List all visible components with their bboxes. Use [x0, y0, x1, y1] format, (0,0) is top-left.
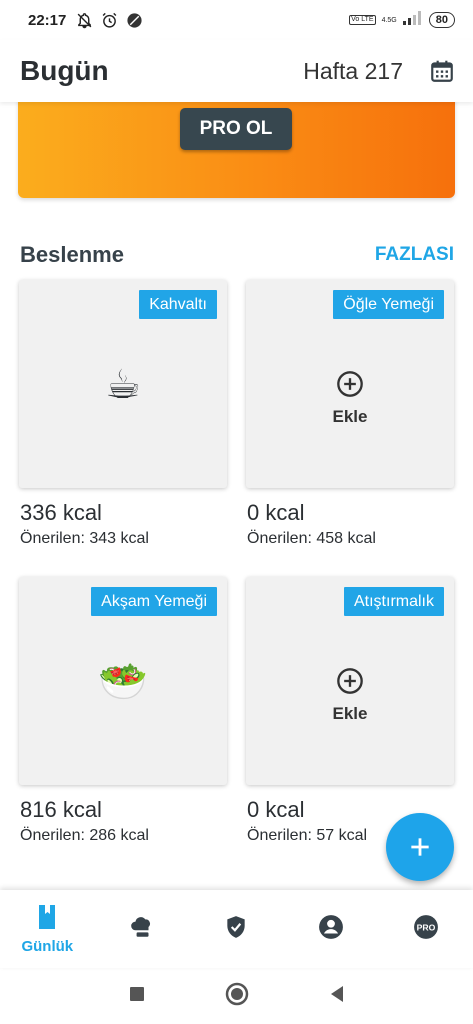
meal-card[interactable]: Kahvaltı ☕ [19, 280, 227, 488]
meal-tag: Öğle Yemeği [333, 290, 444, 319]
week-label[interactable]: Hafta 217 [303, 58, 403, 85]
plus-icon [411, 838, 429, 856]
meal-lunch: Öğle Yemeği Ekle 0 kcal Önerilen: 458 kc… [246, 280, 454, 548]
nav-item-recipes[interactable] [95, 890, 190, 968]
meal-recommended: Önerilen: 343 kcal [20, 530, 149, 547]
go-pro-button[interactable]: PRO OL [180, 108, 292, 150]
pro-badge-text: PRO [416, 922, 435, 932]
section-title: Beslenme [20, 242, 124, 267]
app-header: Bugün Hafta 217 [0, 40, 473, 102]
meal-card[interactable]: Akşam Yemeği 🥗 [19, 577, 227, 785]
meal-tag: Akşam Yemeği [91, 587, 217, 616]
add-fab-button[interactable] [386, 813, 454, 881]
system-nav-bar [0, 968, 473, 1024]
meal-kcal: 0 kcal [247, 500, 305, 525]
status-bar: 22:17 Vo LTE 4.5G 80 [0, 0, 473, 40]
page-title: Bugün [20, 55, 109, 86]
account-icon [318, 914, 344, 945]
meal-kcal: 816 kcal [20, 797, 102, 822]
alarm-icon [101, 12, 118, 29]
network-type: 4.5G [381, 16, 397, 24]
chef-hat-icon [129, 914, 155, 945]
journal-icon [36, 904, 58, 935]
meal-recommended: Önerilen: 458 kcal [247, 530, 376, 547]
back-button[interactable] [329, 985, 345, 1008]
nav-item-pro[interactable]: PRO [378, 890, 473, 968]
content-scroll[interactable]: PRO OL Beslenme FAZLASI Kahvaltı ☕ 336 k… [0, 102, 473, 890]
meal-card[interactable]: Öğle Yemeği Ekle [246, 280, 454, 488]
add-meal[interactable]: Ekle [246, 370, 454, 427]
screen: 22:17 Vo LTE 4.5G 80 Bugün Hafta 217 PRO… [0, 0, 473, 1024]
meal-tag: Atıştırmalık [343, 587, 444, 616]
nav-label: Günlük [21, 937, 74, 955]
clock: 22:17 [28, 11, 67, 29]
add-label: Ekle [332, 407, 368, 426]
pro-badge-icon: PRO [413, 914, 439, 945]
bottom-nav: Günlük PRO [0, 890, 473, 968]
meal-kcal: 336 kcal [20, 500, 102, 525]
signal-icon [402, 11, 423, 29]
add-circle-icon [336, 370, 364, 398]
meal-breakfast: Kahvaltı ☕ 336 kcal Önerilen: 343 kcal [19, 280, 227, 548]
meal-card[interactable]: Atıştırmalık Ekle [246, 577, 454, 785]
nav-item-profile[interactable] [284, 890, 379, 968]
volte-indicator: Vo LTE [349, 15, 376, 25]
notifications-off-icon [76, 12, 93, 29]
nav-item-journal[interactable]: Günlük [0, 890, 95, 968]
data-saver-icon [126, 12, 143, 29]
more-link[interactable]: FAZLASI [375, 244, 454, 266]
nutrition-header: Beslenme FAZLASI [20, 242, 454, 268]
meal-dinner: Akşam Yemeği 🥗 816 kcal Önerilen: 286 kc… [19, 577, 227, 845]
meal-tag: Kahvaltı [139, 290, 217, 319]
meal-snack: Atıştırmalık Ekle 0 kcal Önerilen: 57 kc… [246, 577, 454, 845]
add-circle-icon [336, 667, 364, 695]
battery-indicator: 80 [428, 12, 455, 28]
coffee-cup-icon: ☕ [105, 362, 141, 408]
calendar-icon[interactable] [427, 56, 457, 86]
status-right: Vo LTE 4.5G 80 [349, 11, 455, 29]
add-label: Ekle [332, 704, 368, 723]
home-button[interactable] [225, 982, 249, 1011]
promo-banner: PRO OL [18, 102, 455, 198]
add-meal[interactable]: Ekle [246, 667, 454, 724]
meal-recommended: Önerilen: 286 kcal [20, 827, 149, 844]
salad-bowl-icon: 🥗 [98, 659, 148, 705]
shield-check-icon [223, 914, 249, 945]
recents-button[interactable] [129, 986, 145, 1007]
nav-item-goals[interactable] [189, 890, 284, 968]
